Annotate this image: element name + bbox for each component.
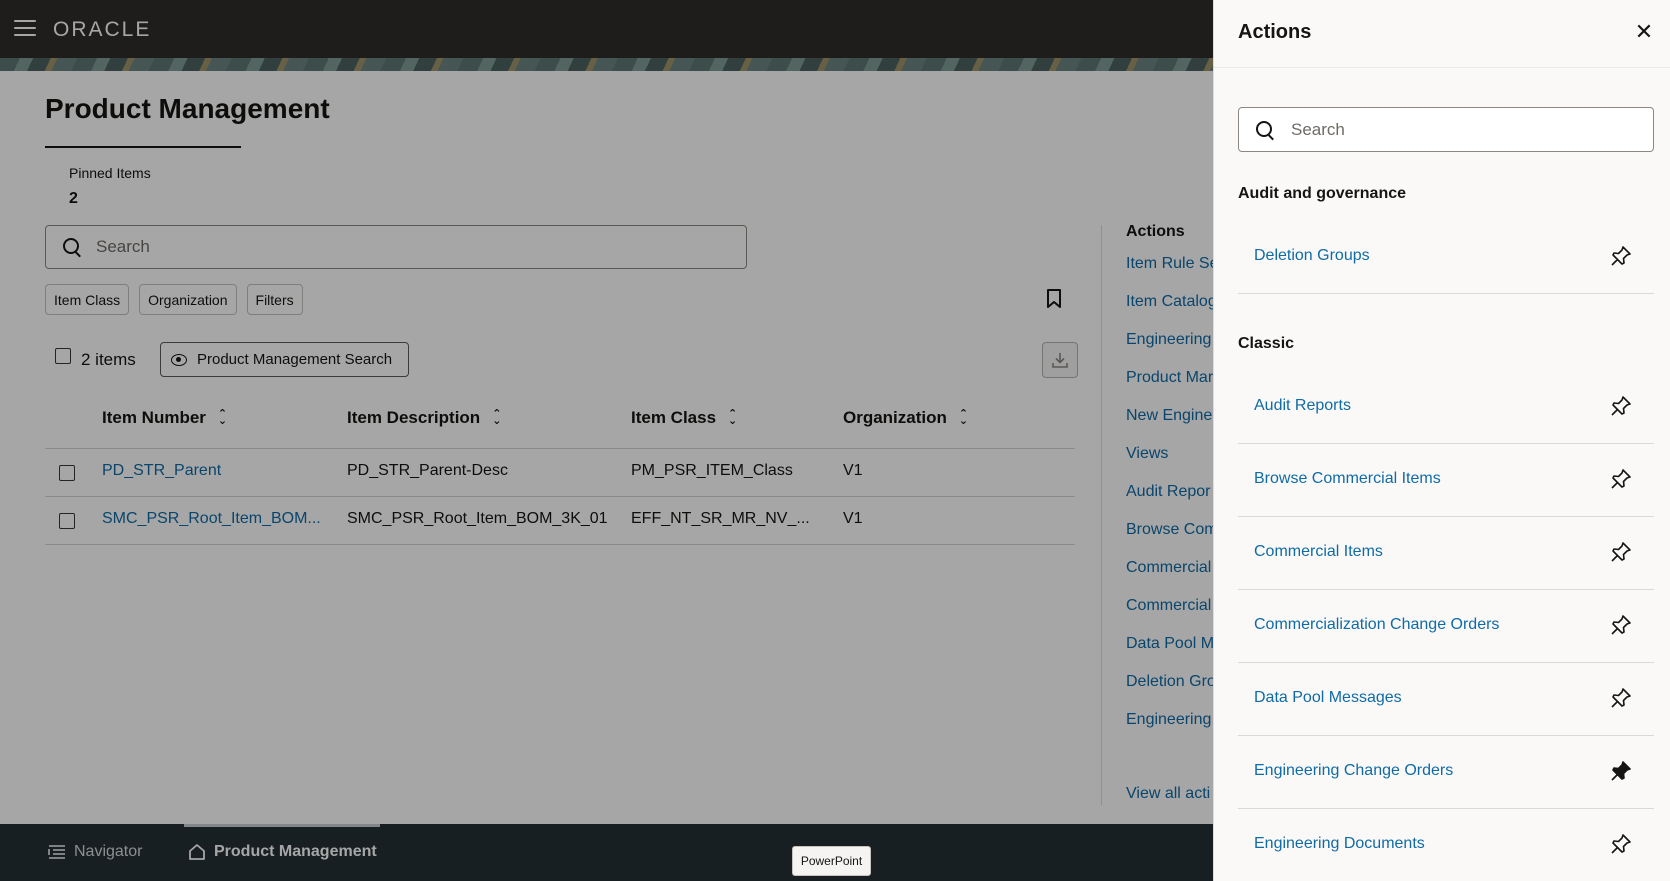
modal-overlay[interactable]	[0, 0, 1213, 881]
pinned-icon[interactable]	[1610, 760, 1632, 782]
drawer-search-input[interactable]: Search	[1238, 107, 1654, 152]
pin-icon[interactable]	[1610, 245, 1632, 267]
drawer-item-label[interactable]: Deletion Groups	[1254, 247, 1370, 265]
drawer-item-label[interactable]: Commercialization Change Orders	[1254, 616, 1499, 634]
pin-icon[interactable]	[1610, 541, 1632, 563]
pin-icon[interactable]	[1610, 687, 1632, 709]
drawer-header: Actions ✕	[1214, 0, 1670, 68]
drawer-title: Actions	[1238, 21, 1312, 43]
drawer-item-label[interactable]: Browse Commercial Items	[1254, 470, 1441, 488]
search-icon	[1255, 120, 1275, 140]
drawer-item-deletion-groups[interactable]: Deletion Groups	[1238, 221, 1654, 294]
drawer-item-engineering-documents[interactable]: Engineering Documents	[1238, 809, 1654, 881]
drawer-search-placeholder: Search	[1291, 119, 1345, 139]
drawer-item-engineering-change-orders[interactable]: Engineering Change Orders	[1238, 736, 1654, 809]
drawer-item-label[interactable]: Engineering Change Orders	[1254, 762, 1453, 780]
pin-icon[interactable]	[1610, 833, 1632, 855]
powerpoint-tooltip: PowerPoint	[792, 846, 871, 876]
drawer-item-audit-reports[interactable]: Audit Reports	[1238, 371, 1654, 444]
drawer-item-commercial-items[interactable]: Commercial Items	[1238, 517, 1654, 590]
drawer-item-commercialization-change-orders[interactable]: Commercialization Change Orders	[1238, 590, 1654, 663]
drawer-item-label[interactable]: Data Pool Messages	[1254, 689, 1402, 707]
actions-drawer: Actions ✕ Search Audit and governance De…	[1213, 0, 1670, 881]
drawer-item-data-pool-messages[interactable]: Data Pool Messages	[1238, 663, 1654, 736]
close-icon[interactable]: ✕	[1632, 20, 1656, 44]
pin-icon[interactable]	[1610, 614, 1632, 636]
drawer-item-label[interactable]: Audit Reports	[1254, 397, 1351, 415]
section-heading-audit: Audit and governance	[1238, 185, 1407, 202]
drawer-item-label[interactable]: Engineering Documents	[1254, 835, 1425, 853]
pin-icon[interactable]	[1610, 395, 1632, 417]
pin-icon[interactable]	[1610, 468, 1632, 490]
drawer-item-label[interactable]: Commercial Items	[1254, 543, 1383, 561]
section-heading-classic: Classic	[1238, 335, 1295, 352]
drawer-item-browse-commercial-items[interactable]: Browse Commercial Items	[1238, 444, 1654, 517]
